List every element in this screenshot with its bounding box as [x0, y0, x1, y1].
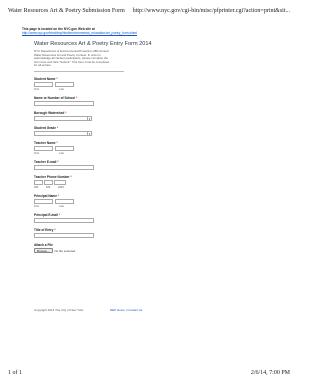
- phone-prefix-input[interactable]: [44, 179, 53, 185]
- last-sublabel: Last: [59, 87, 64, 91]
- required-marker: *: [75, 95, 78, 100]
- required-marker: *: [70, 174, 72, 179]
- school-input[interactable]: [34, 100, 94, 106]
- no-file-text: No file selected.: [54, 248, 76, 253]
- principal-email-input[interactable]: [34, 218, 94, 224]
- last-sublabel: Last: [59, 151, 64, 155]
- principal-name-label: Principal Name: [34, 193, 58, 198]
- dep-home-link[interactable]: DEP Home: [110, 308, 125, 312]
- student-name-field: Student Name * First Last: [34, 77, 124, 91]
- principal-name-field: Principal Name * First Last: [34, 194, 124, 208]
- entry-title-label: Title of Entry: [34, 228, 54, 233]
- student-first-name-input[interactable]: [34, 81, 53, 87]
- teacher-last-name-input[interactable]: [55, 145, 74, 151]
- principal-last-name-input[interactable]: [55, 198, 74, 204]
- last-sublabel: Last: [59, 204, 64, 208]
- required-marker: *: [57, 159, 59, 164]
- copyright-text: Copyright 2014 The City of New York: [34, 308, 84, 312]
- phone-area-sublabel: ###: [34, 185, 39, 189]
- first-sublabel: First: [34, 204, 40, 208]
- grade-label: Student Grade: [34, 125, 56, 130]
- borough-select[interactable]: ▾: [34, 115, 92, 121]
- grade-field: Student Grade * ▾: [34, 126, 124, 136]
- print-header-url: http://www.nyc.gov/cgi-bin/misc/pfprinte…: [132, 8, 290, 14]
- phone-line-sublabel: ####: [58, 185, 64, 189]
- required-marker: *: [65, 110, 67, 115]
- form-description: NYC Department of Environmental Protecti…: [34, 49, 110, 67]
- borough-label: Borough Watershed: [34, 110, 65, 115]
- attach-file-field: Attach a File Browse... No file selected…: [34, 243, 124, 254]
- principal-email-label: Principal E-mail: [34, 213, 58, 218]
- required-marker: *: [54, 228, 56, 233]
- teacher-email-field: Teacher E-mail *: [34, 160, 124, 170]
- entry-title-field: Title of Entry *: [34, 228, 124, 239]
- contact-us-link[interactable]: Contact Us: [127, 308, 142, 312]
- form-title: Water Resources Art & Poetry Entry Form …: [34, 41, 152, 47]
- principal-first-name-input[interactable]: [34, 198, 53, 204]
- required-marker: *: [57, 193, 60, 198]
- entry-form: Water Resources Art & Poetry Entry Form …: [34, 41, 152, 254]
- student-name-label: Student Name: [34, 76, 56, 81]
- required-marker: *: [56, 125, 59, 130]
- teacher-phone-label: Teacher Phone Number: [34, 174, 70, 179]
- teacher-email-label: Teacher E-mail: [34, 159, 57, 164]
- attach-file-label: Attach a File: [34, 243, 53, 248]
- student-last-name-input[interactable]: [55, 81, 74, 87]
- phone-area-input[interactable]: [34, 179, 43, 185]
- phone-prefix-sublabel: ###: [46, 185, 51, 189]
- print-footer: 1 of 1 2/6/14, 7:00 PM: [8, 370, 290, 380]
- teacher-name-label: Teacher Name: [34, 140, 56, 145]
- chevron-down-icon: ▾: [87, 131, 91, 136]
- teacher-name-field: Teacher Name * First Last: [34, 141, 124, 155]
- required-marker: *: [56, 140, 58, 145]
- first-sublabel: First: [34, 87, 40, 91]
- required-marker: *: [56, 76, 58, 81]
- entry-title-input[interactable]: [34, 233, 94, 239]
- borough-field: Borough Watershed * ▾: [34, 111, 124, 121]
- page-number: 1 of 1: [8, 370, 22, 376]
- divider: [34, 70, 124, 72]
- notice-link[interactable]: http://www.nyc.gov/html/dep/html/environ…: [22, 31, 222, 35]
- school-label: Name or Number of School: [34, 95, 76, 100]
- grade-select[interactable]: ▾: [34, 130, 92, 136]
- page-location-notice: This page is located on the NYC.gov Web …: [22, 27, 222, 35]
- chevron-down-icon: ▾: [87, 116, 91, 121]
- teacher-email-input[interactable]: [34, 164, 94, 170]
- teacher-first-name-input[interactable]: [34, 145, 53, 151]
- footer-links: DEP Home | Contact Us: [110, 308, 142, 312]
- print-header-title: Water Resources Art & Poetry Submission …: [8, 8, 125, 14]
- print-header: Water Resources Art & Poetry Submission …: [8, 8, 290, 18]
- required-marker: *: [58, 213, 61, 218]
- phone-line-input[interactable]: [54, 179, 66, 185]
- teacher-phone-field: Teacher Phone Number * ### ### ####: [34, 175, 124, 189]
- principal-email-field: Principal E-mail *: [34, 213, 124, 224]
- print-datetime: 2/6/14, 7:00 PM: [250, 370, 290, 376]
- first-sublabel: First: [34, 151, 40, 155]
- school-field: Name or Number of School *: [34, 96, 124, 106]
- browse-button[interactable]: Browse...: [34, 248, 53, 254]
